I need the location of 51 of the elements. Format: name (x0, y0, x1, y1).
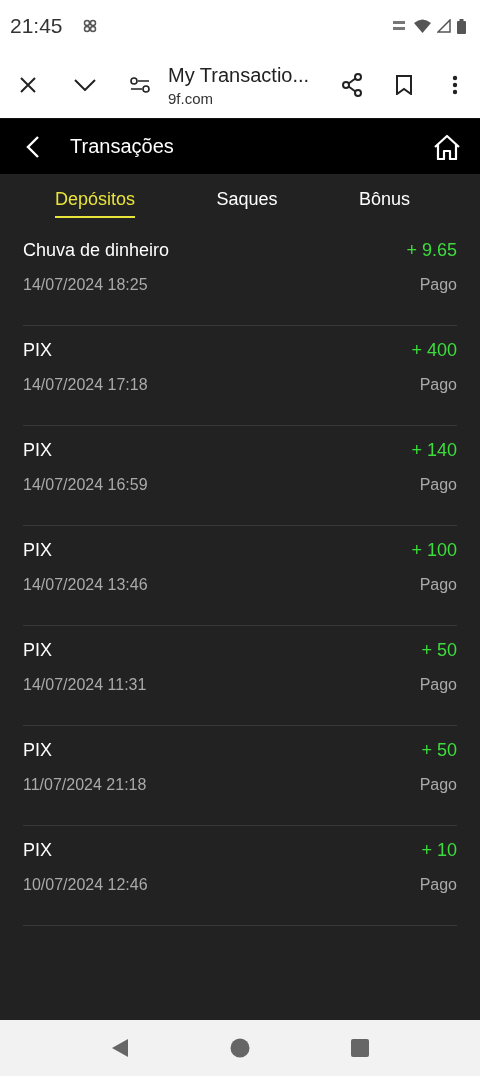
notification-icon (82, 19, 97, 33)
transaction-amount: + 50 (421, 640, 457, 661)
transaction-name: Chuva de dinheiro (23, 240, 170, 261)
transaction-amount: + 140 (411, 440, 457, 461)
more-icon[interactable] (452, 75, 458, 95)
transaction-date: 14/07/2024 11:31 (23, 676, 147, 694)
home-icon[interactable] (433, 133, 461, 160)
transaction-name: PIX (23, 740, 52, 761)
transaction-status: Pago (419, 376, 457, 394)
transaction-status: Pago (419, 876, 457, 894)
transaction-name: PIX (23, 640, 52, 661)
transaction-status: Pago (419, 776, 457, 794)
back-icon[interactable] (26, 135, 40, 158)
page-title: My Transactio... (168, 63, 311, 87)
transaction-status: Pago (419, 276, 457, 294)
transaction-date: 14/07/2024 16:59 (23, 476, 148, 494)
transaction-name: PIX (23, 440, 52, 461)
bookmark-icon[interactable] (396, 75, 412, 95)
recents-nav-icon[interactable] (351, 1039, 370, 1057)
transaction-status: Pago (419, 676, 457, 694)
transaction-status: Pago (419, 576, 457, 594)
transaction-amount: + 400 (411, 340, 457, 361)
transaction-date: 10/07/2024 12:46 (23, 876, 148, 894)
transaction-date: 11/07/2024 21:18 (23, 776, 147, 794)
home-nav-icon[interactable] (230, 1038, 250, 1058)
share-icon[interactable] (341, 73, 363, 97)
transaction-name: PIX (23, 340, 52, 361)
battery-icon (457, 18, 466, 34)
tab[interactable]: Saques (216, 188, 278, 218)
site-settings-icon[interactable] (130, 77, 150, 93)
close-icon[interactable] (19, 76, 37, 94)
page-url: 9f.com (168, 89, 214, 107)
status-time: 21:45 (10, 14, 63, 38)
page-heading: Transações (70, 135, 174, 158)
chevron-down-icon[interactable] (74, 79, 96, 91)
transaction-date: 14/07/2024 18:25 (23, 276, 148, 294)
tab[interactable]: Depósitos (55, 188, 136, 218)
transaction-amount: + 50 (421, 740, 457, 761)
transaction-date: 14/07/2024 17:18 (23, 376, 148, 394)
transaction-amount: + 100 (411, 540, 457, 561)
tab[interactable]: Bônus (358, 188, 410, 218)
transaction-amount: + 9.65 (406, 240, 457, 261)
wifi-icon (414, 19, 431, 33)
transaction-date: 14/07/2024 13:46 (23, 576, 148, 594)
transaction-status: Pago (419, 476, 457, 494)
transaction-name: PIX (23, 540, 52, 561)
signal-icon (437, 19, 451, 33)
lte-icon (392, 19, 408, 33)
transaction-name: PIX (23, 840, 52, 861)
transaction-amount: + 10 (421, 840, 457, 861)
back-nav-icon[interactable] (110, 1038, 129, 1058)
